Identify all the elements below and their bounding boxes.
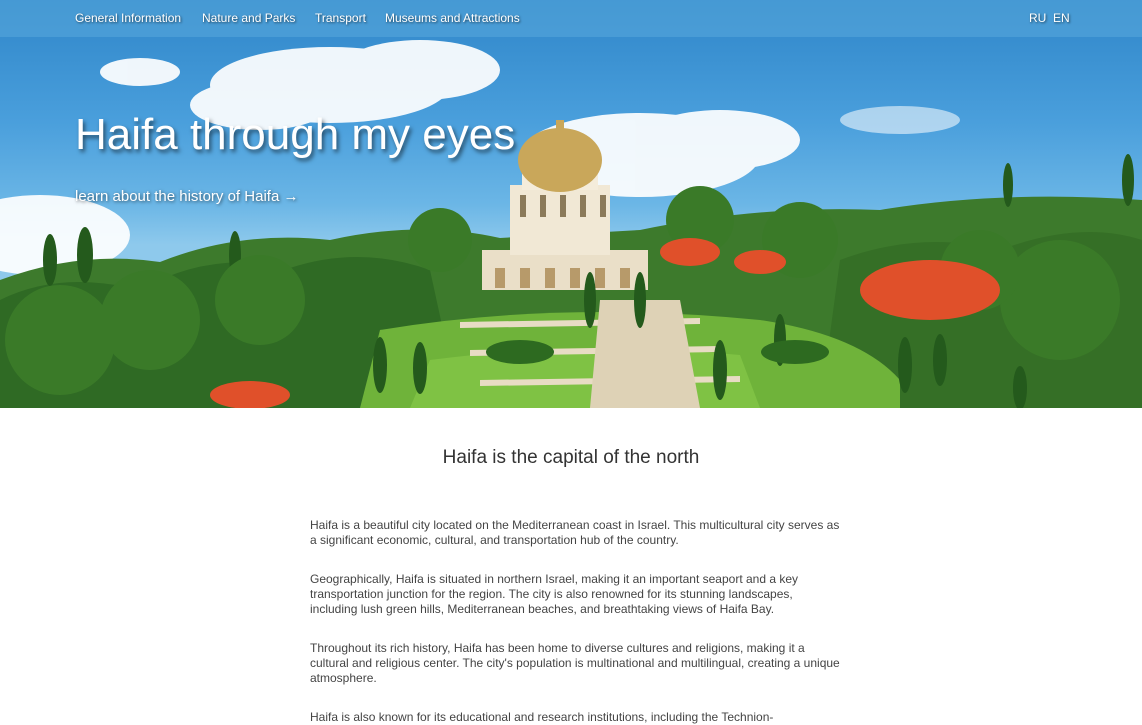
language-ru[interactable]: RU	[1029, 11, 1046, 25]
history-link[interactable]: learn about the history of Haifa →	[75, 188, 298, 205]
hero-banner: General Information Nature and Parks Tra…	[0, 0, 1142, 408]
nav-general-information[interactable]: General Information	[75, 11, 181, 25]
hero-title: Haifa through my eyes	[75, 110, 516, 159]
paragraph-geography: Geographically, Haifa is situated in nor…	[310, 572, 799, 616]
language-en[interactable]: EN	[1053, 11, 1070, 25]
nav-nature-and-parks[interactable]: Nature and Parks	[202, 11, 295, 25]
section-heading: Haifa is the capital of the north	[442, 447, 700, 468]
top-navigation-bar: General Information Nature and Parks Tra…	[0, 0, 1142, 37]
paragraph-history: Throughout its rich history, Haifa has b…	[310, 641, 840, 685]
paragraph-intro: Haifa is a beautiful city located on the…	[310, 518, 840, 547]
nav-transport[interactable]: Transport	[315, 11, 366, 25]
main-content: Haifa is the capital of the north Haifa …	[0, 408, 1142, 724]
nav-museums-and-attractions[interactable]: Museums and Attractions	[385, 11, 520, 25]
paragraph-education: Haifa is also known for its educational …	[310, 710, 774, 724]
